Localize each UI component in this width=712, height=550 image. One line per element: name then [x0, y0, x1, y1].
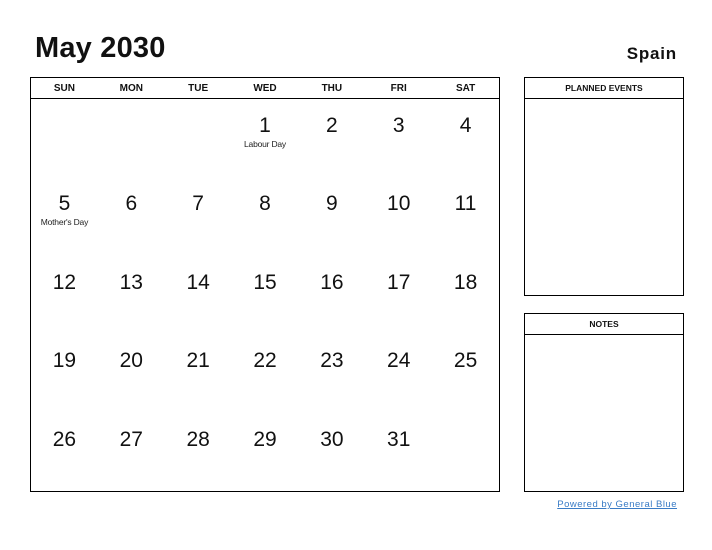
day-number: 10	[387, 192, 411, 216]
week-row: 1 Labour Day 2 3 4	[31, 99, 499, 177]
day-cell: 18	[432, 256, 499, 334]
day-cell: 12	[31, 256, 98, 334]
weekday-thu: THU	[321, 83, 343, 94]
day-cell: 29	[232, 413, 299, 491]
day-cell: 31	[365, 413, 432, 491]
day-cell: 2	[298, 99, 365, 177]
day-number: 15	[253, 270, 277, 294]
day-cell: 24	[365, 334, 432, 412]
day-number: 27	[119, 427, 143, 451]
day-cell: 14	[165, 256, 232, 334]
day-number: 26	[52, 427, 77, 451]
weekday-sun: SUN	[53, 83, 75, 94]
day-number: 31	[387, 427, 411, 451]
day-number: 11	[454, 192, 477, 216]
week-row: 5 Mother's Day 6 7 8 9 10 11	[31, 177, 499, 255]
day-cell: 22	[232, 334, 299, 412]
week-row: 19 20 21 22 23 24 25	[31, 334, 499, 412]
day-number: 13	[119, 270, 143, 294]
empty-day-cell	[31, 99, 98, 177]
week-row: 12 13 14 15 16 17 18	[31, 256, 499, 334]
day-number: 16	[320, 270, 344, 294]
weekday-header: SUN MON TUE WED THU FRI SAT	[31, 78, 499, 99]
weekday-mon: MON	[119, 83, 143, 94]
week-row: 26 27 28 29 30 31	[31, 413, 499, 491]
day-cell: 20	[98, 334, 165, 412]
day-number: 22	[253, 349, 277, 373]
day-cell: 17	[365, 256, 432, 334]
day-number: 8	[259, 192, 271, 216]
day-number: 12	[52, 270, 77, 294]
day-cell: 1 Labour Day	[232, 99, 299, 177]
planned-events-panel: PLANNED EVENTS	[524, 77, 684, 296]
day-number: 23	[320, 349, 344, 373]
weekday-wed: WED	[253, 83, 277, 94]
day-number: 3	[392, 114, 405, 137]
day-cell: 7	[165, 177, 232, 255]
day-number: 4	[459, 114, 472, 137]
day-cell: 30	[298, 413, 365, 491]
holiday-label: Labour Day	[244, 139, 286, 149]
planned-events-heading: PLANNED EVENTS	[525, 78, 683, 99]
calendar-grid: SUN MON TUE WED THU FRI SAT 1 Labour Day 2…	[30, 77, 500, 492]
empty-day-cell	[165, 99, 232, 177]
day-cell: 6	[98, 177, 165, 255]
day-number: 25	[453, 349, 478, 373]
day-number: 28	[186, 427, 210, 451]
day-number: 18	[453, 270, 478, 294]
notes-heading: NOTES	[525, 314, 683, 335]
day-number: 21	[186, 349, 210, 373]
day-cell: 23	[298, 334, 365, 412]
powered-by-link[interactable]: Powered by General Blue	[557, 499, 677, 510]
day-cell: 5 Mother's Day	[31, 177, 98, 255]
weekday-tue: TUE	[188, 83, 209, 94]
day-number: 9	[326, 192, 338, 216]
day-cell: 11	[432, 177, 499, 255]
day-number: 1	[259, 114, 271, 137]
day-cell: 8	[232, 177, 299, 255]
day-number: 17	[387, 270, 411, 294]
day-cell: 25	[432, 334, 499, 412]
day-cell: 4	[432, 99, 499, 177]
day-cell: 26	[31, 413, 98, 491]
page-title: May 2030	[35, 32, 166, 64]
day-number: 7	[192, 192, 204, 216]
notes-panel: NOTES	[524, 313, 684, 492]
weekday-fri: FRI	[390, 83, 407, 94]
holiday-label: Mother's Day	[40, 217, 89, 228]
day-number: 14	[186, 270, 210, 294]
empty-day-cell	[432, 413, 499, 491]
day-cell: 16	[298, 256, 365, 334]
day-number: 24	[387, 349, 411, 373]
empty-day-cell	[98, 99, 165, 177]
day-cell: 3	[365, 99, 432, 177]
day-number: 19	[52, 349, 77, 373]
day-number: 29	[253, 427, 277, 451]
weekday-sat: SAT	[455, 83, 476, 94]
day-cell: 28	[165, 413, 232, 491]
day-cell: 19	[31, 334, 98, 412]
day-number: 6	[125, 192, 138, 216]
day-number: 2	[326, 114, 338, 137]
day-cell: 15	[232, 256, 299, 334]
day-cell: 10	[365, 177, 432, 255]
country-label: Spain	[626, 44, 677, 63]
day-cell: 21	[165, 334, 232, 412]
weeks-container: 1 Labour Day 2 3 4 5 Mother's Day 6 7 8 9 10 11 12 13 1…	[31, 99, 499, 491]
day-number: 20	[119, 349, 143, 373]
day-cell: 13	[98, 256, 165, 334]
day-number: 5	[58, 192, 71, 216]
day-cell: 27	[98, 413, 165, 491]
day-number: 30	[320, 427, 344, 451]
day-cell: 9	[298, 177, 365, 255]
